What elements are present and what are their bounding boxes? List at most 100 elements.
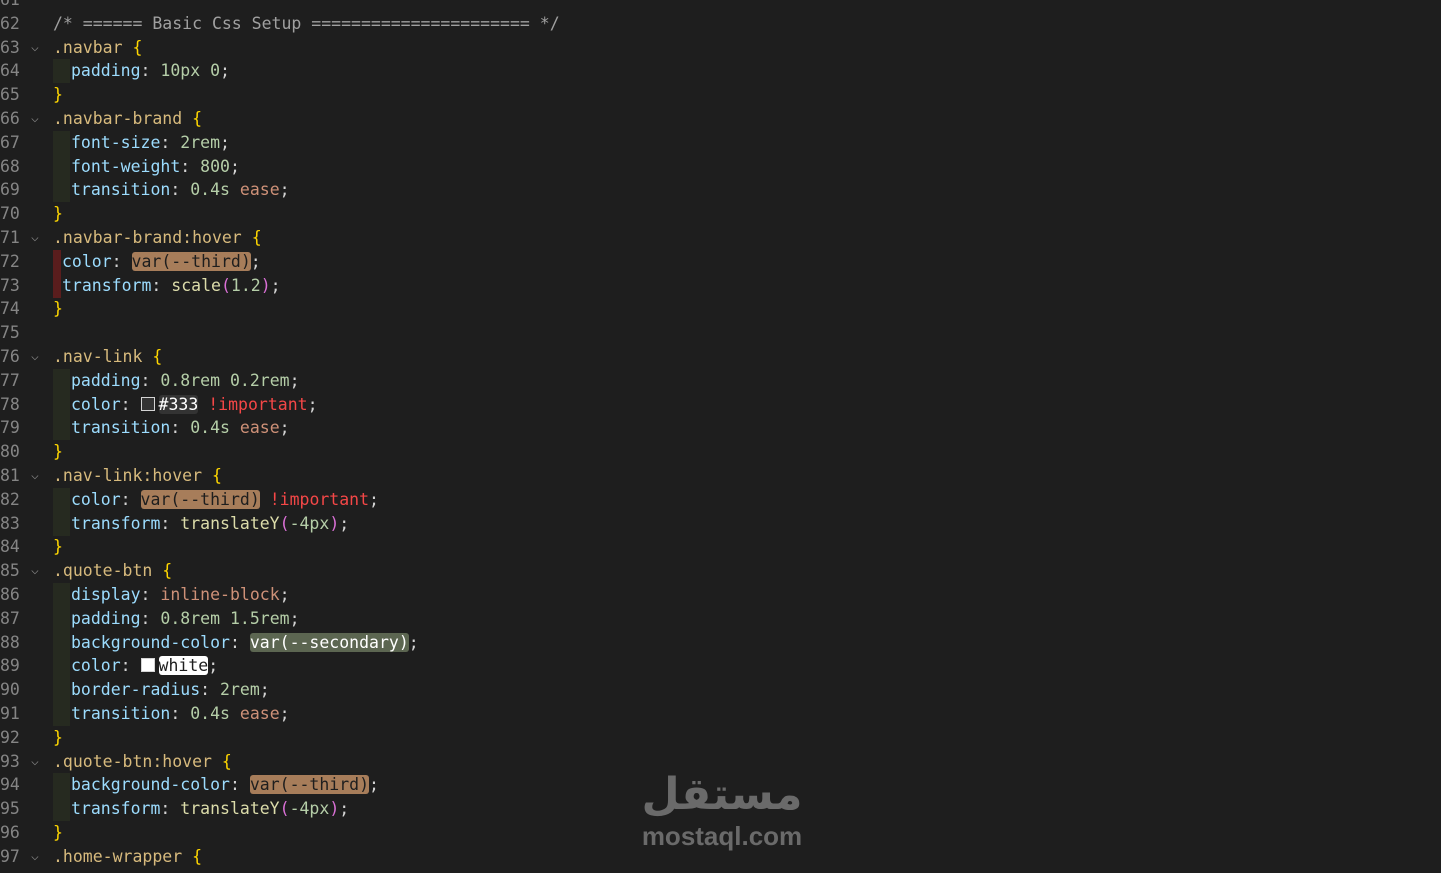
code-content[interactable]: .navbar-brand { — [53, 107, 202, 131]
code-line[interactable]: 65} — [0, 83, 1441, 107]
line-number: 61 — [0, 0, 28, 12]
color-swatch-icon[interactable] — [140, 658, 155, 673]
code-token: ) — [329, 799, 340, 819]
code-content[interactable]: transition: 0.4s ease; — [71, 178, 290, 202]
code-line[interactable]: 92} — [0, 726, 1441, 750]
fold-chevron-icon[interactable]: ⌵ — [31, 750, 45, 774]
code-content[interactable]: color: #333 !important; — [71, 393, 318, 417]
line-number: 73 — [0, 275, 20, 295]
code-content[interactable]: .nav-link:hover { — [53, 464, 222, 488]
code-content[interactable]: transform: scale(1.2); — [62, 274, 281, 298]
code-content[interactable]: } — [53, 821, 63, 845]
line-number: 79 — [0, 418, 20, 438]
code-line[interactable]: 93 ⌵ .quote-btn:hover { — [0, 750, 1441, 774]
code-token: ease — [239, 418, 280, 438]
code-line[interactable]: 80} — [0, 440, 1441, 464]
code-content[interactable]: color: var(--third) !important; — [71, 488, 379, 512]
code-content[interactable]: } — [53, 440, 63, 464]
code-token: .nav-link — [53, 347, 143, 366]
fold-chevron-icon[interactable]: ⌵ — [31, 464, 45, 488]
code-token: { — [152, 347, 163, 366]
indent-guide — [53, 654, 70, 679]
code-line[interactable]: 94 background-color: var(--third); — [0, 773, 1441, 798]
code-line[interactable]: 89 color: white; — [0, 654, 1441, 679]
code-line[interactable]: 90 border-radius: 2rem; — [0, 678, 1441, 703]
code-content[interactable]: font-size: 2rem; — [71, 131, 230, 155]
code-content[interactable]: padding: 10px 0; — [71, 59, 230, 83]
code-content[interactable]: transition: 0.4s ease; — [71, 416, 290, 440]
code-token: ; — [369, 489, 379, 509]
code-content[interactable]: padding: 0.8rem 1.5rem; — [71, 607, 300, 631]
code-line[interactable]: 77 padding: 0.8rem 0.2rem; — [0, 368, 1441, 393]
code-line[interactable]: 64 padding: 10px 0; — [0, 59, 1441, 84]
code-content[interactable]: border-radius: 2rem; — [71, 678, 270, 702]
code-line[interactable]: 75 — [0, 321, 1441, 345]
fold-chevron-icon[interactable]: ⌵ — [31, 36, 45, 60]
code-content[interactable]: } — [53, 535, 63, 559]
code-line[interactable]: 97 ⌵ .home-wrapper { — [0, 845, 1441, 869]
code-line[interactable]: 72 color: var(--third); — [0, 249, 1441, 274]
code-content[interactable]: display: inline-block; — [71, 583, 290, 607]
code-line[interactable]: 73 transform: scale(1.2); — [0, 273, 1441, 298]
code-token: .navbar-brand — [53, 109, 183, 128]
code-content[interactable]: color: var(--third); — [62, 250, 261, 274]
code-line[interactable]: 96} — [0, 821, 1441, 845]
code-line[interactable]: 63 ⌵ .navbar { — [0, 36, 1441, 60]
code-line[interactable]: 91 transition: 0.4s ease; — [0, 702, 1441, 726]
code-line[interactable]: 68 font-weight: 800; — [0, 154, 1441, 179]
color-swatch-icon[interactable] — [140, 396, 155, 411]
code-content[interactable]: .navbar-brand:hover { — [53, 226, 262, 250]
code-line[interactable]: 83 transform: translateY(-4px); — [0, 511, 1441, 536]
code-line[interactable]: 87 padding: 0.8rem 1.5rem; — [0, 606, 1441, 631]
code-line[interactable]: 67 font-size: 2rem; — [0, 130, 1441, 155]
indent-guide — [53, 606, 70, 631]
error-indent-marker — [53, 273, 61, 298]
code-content[interactable]: .navbar { — [53, 36, 142, 60]
code-content[interactable]: } — [53, 297, 63, 321]
fold-chevron-icon[interactable]: ⌵ — [31, 845, 45, 869]
code-content[interactable]: .quote-btn { — [53, 559, 172, 583]
code-content[interactable]: color: white; — [71, 654, 218, 678]
code-content[interactable]: /* ====== Basic Css Setup ==============… — [53, 12, 560, 36]
code-line[interactable]: 84} — [0, 535, 1441, 559]
code-line[interactable]: 86 display: inline-block; — [0, 583, 1441, 607]
code-line[interactable]: 69 transition: 0.4s ease; — [0, 178, 1441, 203]
code-content[interactable]: .quote-btn:hover { — [53, 750, 232, 774]
code-content[interactable]: font-weight: 800; — [71, 155, 240, 179]
fold-chevron-icon[interactable]: ⌵ — [31, 345, 45, 369]
code-content[interactable]: padding: 0.8rem 0.2rem; — [71, 369, 300, 393]
code-line[interactable]: 79 transition: 0.4s ease; — [0, 416, 1441, 441]
code-content[interactable]: transform: translateY(-4px); — [71, 797, 349, 821]
code-line[interactable]: 78 color: #333 !important; — [0, 392, 1441, 417]
code-token: ; — [279, 180, 290, 200]
code-content[interactable]: } — [53, 83, 63, 107]
code-line[interactable]: 76 ⌵ .nav-link { — [0, 345, 1441, 369]
code-content[interactable]: } — [53, 726, 63, 750]
code-line[interactable]: 66 ⌵ .navbar-brand { — [0, 107, 1441, 131]
code-content[interactable]: .nav-link { — [53, 345, 162, 369]
code-line[interactable]: 85 ⌵ .quote-btn { — [0, 559, 1441, 583]
code-content[interactable]: .home-wrapper { — [53, 845, 202, 869]
code-content[interactable]: transition: 0.4s ease; — [71, 702, 290, 726]
code-line[interactable]: 95 transform: translateY(-4px); — [0, 797, 1441, 822]
fold-chevron-icon[interactable]: ⌵ — [31, 559, 45, 583]
code-line[interactable]: 70} — [0, 202, 1441, 226]
code-line[interactable]: 81 ⌵ .nav-link:hover { — [0, 464, 1441, 488]
code-line[interactable]: 62 /* ====== Basic Css Setup ============… — [0, 12, 1441, 36]
code-line[interactable]: 74} — [0, 297, 1441, 321]
code-content[interactable]: background-color: var(--secondary); — [71, 631, 419, 655]
code-content[interactable]: transform: translateY(-4px); — [71, 512, 349, 536]
code-editor[interactable]: 6162 /* ====== Basic Css Setup ==========… — [0, 0, 1441, 873]
fold-chevron-icon[interactable]: ⌵ — [31, 107, 45, 131]
code-content[interactable]: } — [53, 202, 63, 226]
code-line[interactable]: 71 ⌵ .navbar-brand:hover { — [0, 226, 1441, 250]
fold-chevron-icon[interactable]: ⌵ — [31, 226, 45, 250]
code-line[interactable]: 82 color: var(--third) !important; — [0, 487, 1441, 512]
code-line[interactable]: 88 background-color: var(--secondary); — [0, 630, 1441, 655]
code-content[interactable]: background-color: var(--third); — [71, 773, 379, 797]
indent-guide — [53, 773, 70, 798]
code-line[interactable]: 61 — [0, 0, 1441, 12]
